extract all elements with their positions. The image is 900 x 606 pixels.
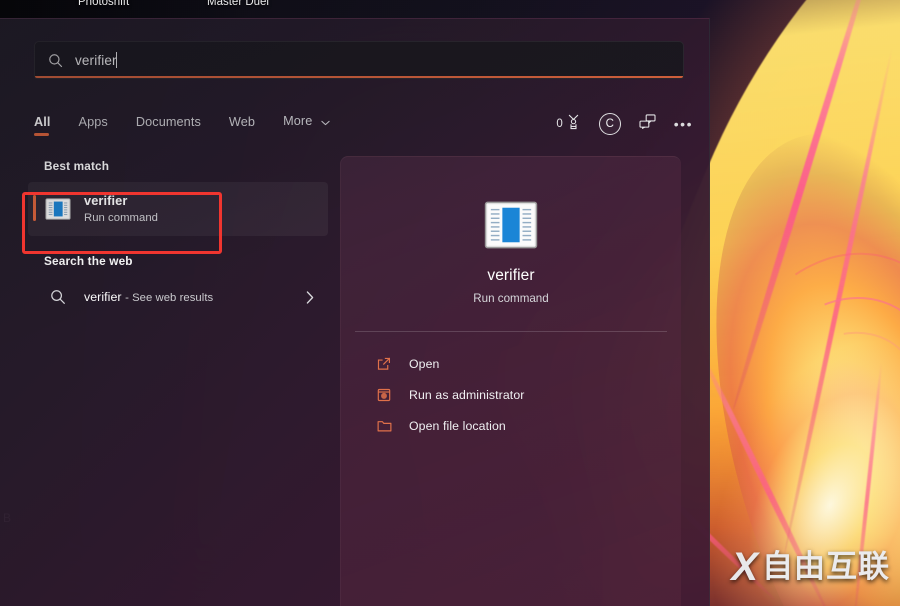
- tab-all[interactable]: All: [34, 115, 51, 136]
- search-the-web-heading: Search the web: [44, 254, 133, 268]
- result-subtitle: Run command: [84, 212, 159, 224]
- web-result-row[interactable]: verifier - See web results: [28, 277, 328, 317]
- best-match-result[interactable]: verifier Run command: [28, 182, 328, 236]
- tab-documents[interactable]: Documents: [136, 115, 201, 136]
- rewards-count: 0: [556, 118, 563, 130]
- open-external-icon: [373, 357, 395, 371]
- tab-more[interactable]: More: [283, 114, 330, 136]
- web-suffix: - See web results: [125, 292, 214, 304]
- web-query: verifier: [84, 290, 122, 304]
- windows-search-flyout: verifier All Apps Documents Web More 0 C…: [0, 18, 710, 606]
- rewards-icon: [566, 114, 581, 135]
- folder-icon: [373, 419, 395, 433]
- avatar-initial: C: [605, 118, 614, 130]
- tab-web[interactable]: Web: [229, 115, 255, 136]
- result-title: verifier: [84, 193, 128, 208]
- action-label: Open file location: [409, 418, 506, 433]
- result-preview-panel: verifier Run command Open Run as adminis…: [340, 156, 681, 606]
- search-icon: [44, 289, 72, 305]
- search-header-actions: 0 C •••: [556, 111, 693, 137]
- desktop-icon-label-master-duel: Master Duel: [207, 0, 269, 8]
- feedback-button[interactable]: [639, 114, 656, 134]
- tab-apps[interactable]: Apps: [79, 115, 108, 136]
- action-label: Run as administrator: [409, 387, 525, 402]
- desktop-icon-label-photoshift: Photoshift: [78, 0, 130, 8]
- search-the-web-section: Search the web verifier - See web result…: [0, 254, 340, 317]
- action-run-as-administrator[interactable]: Run as administrator: [351, 379, 671, 410]
- run-command-icon: [42, 197, 74, 221]
- search-icon: [48, 53, 63, 68]
- web-result-label: verifier - See web results: [84, 290, 213, 304]
- text-cursor: [115, 52, 117, 68]
- divider: [355, 331, 667, 332]
- account-avatar[interactable]: C: [598, 113, 621, 135]
- preview-actions: Open Run as administrator Open file loca…: [341, 348, 681, 441]
- action-open-file-location[interactable]: Open file location: [351, 410, 671, 441]
- feedback-icon: [639, 114, 656, 134]
- search-results-list: Best match verifier Run command Search t…: [0, 159, 340, 317]
- action-open[interactable]: Open: [351, 348, 671, 379]
- search-query-text[interactable]: verifier: [75, 52, 683, 68]
- chevron-down-icon: [321, 115, 330, 129]
- preview-app-icon: [341, 201, 681, 249]
- preview-subtitle: Run command: [473, 292, 549, 305]
- more-options-button[interactable]: •••: [673, 116, 693, 132]
- best-match-heading: Best match: [44, 159, 110, 173]
- search-box[interactable]: verifier: [34, 41, 684, 79]
- more-options-icon: •••: [673, 116, 693, 132]
- rewards-button[interactable]: 0: [556, 114, 580, 135]
- chevron-right-icon: [306, 290, 314, 304]
- preview-title: verifier: [487, 267, 535, 284]
- action-label: Open: [409, 356, 440, 371]
- shield-admin-icon: [373, 388, 395, 402]
